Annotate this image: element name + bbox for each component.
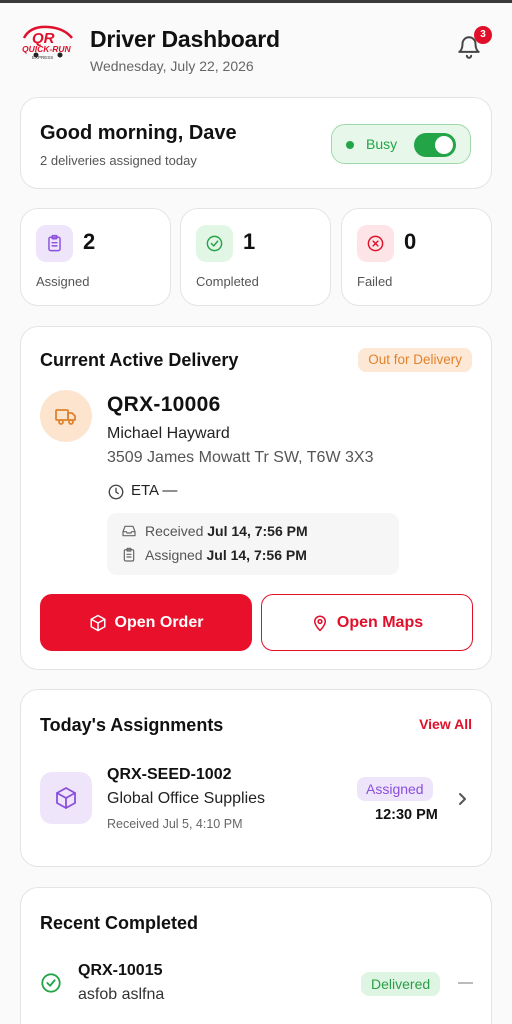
top-edge [0, 0, 512, 3]
eta-text: ETA — [131, 482, 178, 499]
chevron-right-icon[interactable] [457, 791, 469, 807]
section-title: Current Active Delivery [40, 350, 239, 370]
assigned-label: Assigned [145, 547, 203, 563]
recent-completed-card: Recent Completed QRX-10015 asfob aslfna … [20, 887, 492, 1024]
page-title: Driver Dashboard [90, 26, 280, 52]
status-label: Busy [366, 136, 398, 152]
delivery-address: 3509 James Mowatt Tr SW, T6W 3X3 [107, 449, 374, 466]
greeting-subtitle: 2 deliveries assigned today [40, 153, 197, 168]
timestamps-box: Received Jul 14, 7:56 PM Assigned Jul 14… [107, 513, 399, 575]
app-header: QR QUICK-RUN EXPRESS Driver Dashboard We… [20, 22, 492, 82]
received-value: Jul 14, 7:56 PM [207, 523, 308, 539]
truck-icon [40, 390, 92, 442]
active-order-id: QRX-10006 [107, 393, 221, 416]
check-circle-icon [196, 225, 233, 262]
stat-card-failed[interactable]: 0 Failed [341, 208, 492, 306]
notification-count-badge: 3 [474, 26, 492, 44]
stat-card-completed[interactable]: 1 Completed [180, 208, 331, 306]
assignments-card: Today's Assignments View All QRX-SEED-10… [20, 689, 492, 867]
open-order-label: Open Order [114, 613, 204, 631]
open-maps-button[interactable]: Open Maps [261, 594, 473, 651]
assignment-order-id: QRX-SEED-1002 [107, 766, 232, 783]
active-delivery-card: Current Active Delivery Out for Delivery… [20, 326, 492, 670]
x-circle-icon [357, 225, 394, 262]
stat-value: 1 [243, 229, 256, 254]
map-pin-icon [313, 615, 326, 631]
customer-name: Michael Hayward [107, 425, 230, 442]
inbox-icon [122, 525, 136, 537]
assignment-customer: Global Office Supplies [107, 790, 266, 807]
completed-order-id: QRX-10015 [78, 962, 163, 979]
assignment-time: 12:30 PM [375, 807, 438, 823]
box-icon [40, 772, 92, 824]
package-icon [90, 614, 106, 631]
completed-trailing-value: — [458, 974, 473, 991]
open-maps-label: Open Maps [336, 613, 424, 631]
clipboard-icon [36, 225, 73, 262]
stat-value: 0 [404, 229, 417, 254]
assigned-value: Jul 14, 7:56 PM [206, 547, 307, 563]
completed-status-badge: Delivered [361, 972, 441, 996]
availability-toggle[interactable]: Busy [331, 124, 471, 164]
completed-customer: asfob aslfna [78, 986, 165, 1003]
stat-label: Completed [196, 274, 259, 289]
toggle-switch[interactable] [414, 133, 456, 157]
check-circle-icon [41, 973, 61, 993]
stat-card-assigned[interactable]: 2 Assigned [20, 208, 171, 306]
stat-label: Assigned [36, 274, 90, 289]
toggle-knob [435, 136, 453, 154]
status-dot-icon [346, 141, 354, 149]
assignment-received: Received Jul 5, 4:10 PM [107, 817, 243, 831]
open-order-button[interactable]: Open Order [40, 594, 252, 651]
delivery-status-badge: Out for Delivery [358, 348, 472, 372]
assignment-status-badge: Assigned [357, 777, 433, 801]
greeting-title: Good morning, Dave [40, 122, 237, 144]
stat-label: Failed [357, 274, 393, 289]
clipboard-icon [123, 547, 135, 562]
quick-run-logo: QR QUICK-RUN EXPRESS [22, 25, 73, 60]
section-title: Recent Completed [40, 913, 199, 933]
section-title: Today's Assignments [40, 715, 224, 735]
view-all-link[interactable]: View All [419, 716, 472, 732]
greeting-card: Good morning, Dave 2 deliveries assigned… [20, 97, 492, 189]
stat-value: 2 [83, 229, 96, 254]
received-label: Received [145, 523, 204, 539]
current-date: Wednesday, July 22, 2026 [90, 58, 254, 74]
svg-text:QUICK-RUN: QUICK-RUN [22, 44, 71, 54]
clock-icon [108, 484, 124, 500]
